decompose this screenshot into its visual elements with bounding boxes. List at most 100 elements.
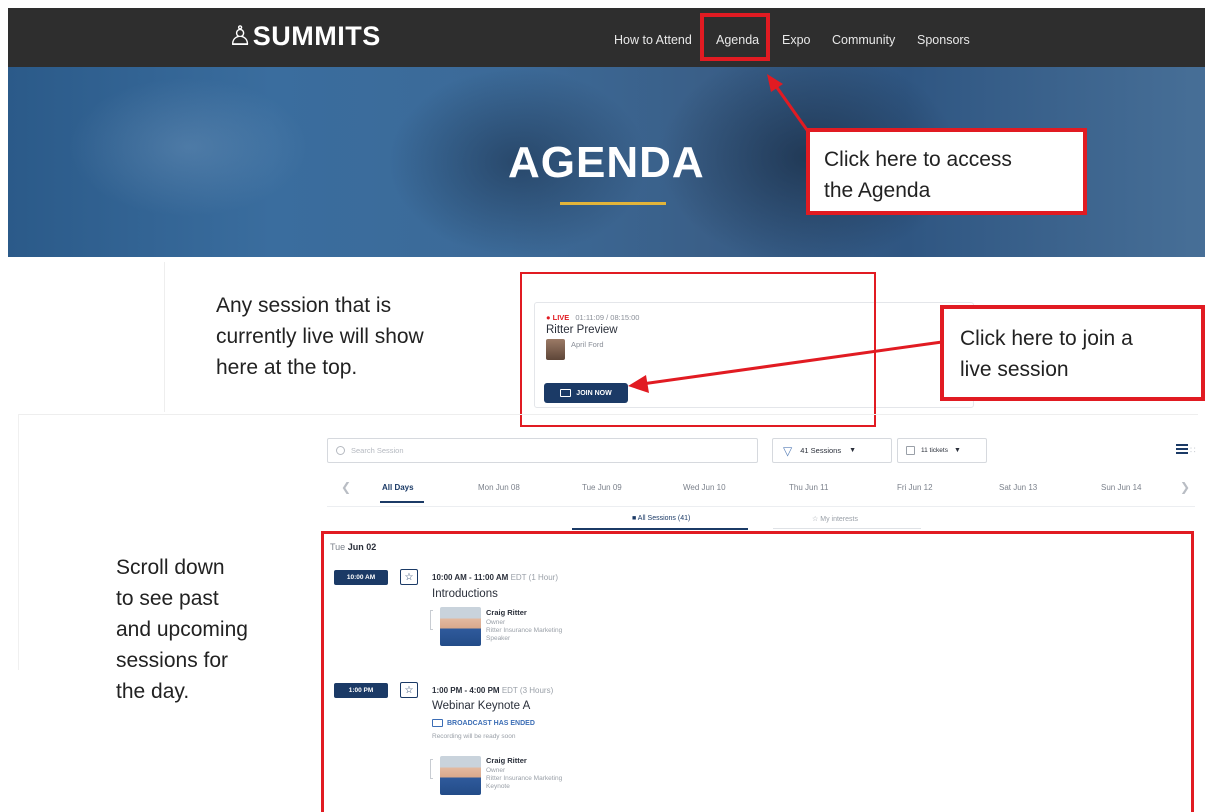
day-tab[interactable]: Thu Jun 11 (789, 483, 828, 492)
speaker-type: Speaker (486, 635, 511, 642)
live-session-note: Any session that is currently live will … (216, 290, 424, 383)
panel-divider (18, 414, 19, 670)
panel-divider (164, 262, 165, 412)
broadcast-icon (432, 719, 443, 727)
callout-line: Click here to access (824, 148, 1012, 171)
speaker-details: Owner Ritter Insurance Marketing Keynote (486, 767, 562, 791)
day-tab[interactable]: Fri Jun 12 (897, 483, 933, 492)
previous-days-icon[interactable]: ❮ (341, 480, 351, 494)
list-date-heading: Tue Jun 02 (330, 542, 376, 552)
summits-logo[interactable]: ♙SUMMITS (228, 21, 381, 52)
join-now-button[interactable]: JOIN NOW (544, 383, 628, 403)
date-value: Jun 02 (347, 542, 377, 552)
session-time: 1:00 PM - 4:00 PM EDT (3 Hours) (432, 686, 553, 695)
tab-my-interests[interactable]: ☆ My interests (812, 515, 858, 523)
date-weekday: Tue (330, 542, 346, 552)
session-time-pill: 1:00 PM (334, 683, 388, 698)
tab-label: All Sessions (41) (637, 515, 691, 522)
list-view-icon[interactable] (1176, 444, 1188, 454)
hero-background-shade (68, 77, 308, 217)
live-status: ● LIVE 01:11:09 / 08:15:00 (546, 313, 639, 322)
search-input[interactable]: Search Session (327, 438, 758, 463)
recording-status: Recording will be ready soon (432, 733, 516, 740)
broadcast-status: BROADCAST HAS ENDED (432, 719, 535, 727)
day-tab-all[interactable]: All Days (382, 483, 414, 492)
note-line: the day. (116, 680, 190, 703)
add-interest-star-icon[interactable]: ☆ (400, 682, 418, 698)
broadcast-label: BROADCAST HAS ENDED (447, 719, 535, 727)
session-duration: (1 Hour) (528, 573, 558, 582)
star-icon: ☆ (812, 516, 819, 523)
filter-icon: ▽ (783, 443, 793, 458)
tab-all-sessions[interactable]: ■ All Sessions (41) (632, 515, 690, 522)
sessions-count: 41 Sessions (800, 446, 842, 455)
speaker-name[interactable]: Craig Ritter (486, 608, 527, 617)
live-badge: ● LIVE (546, 313, 570, 322)
session-time-pill: 10:00 AM (334, 570, 388, 585)
session-timezone: EDT (501, 686, 518, 695)
calendar-icon (906, 446, 915, 455)
top-navigation-bar (8, 8, 1205, 67)
nav-how-to-attend[interactable]: How to Attend (614, 33, 692, 47)
sessions-tab-icon: ■ (632, 515, 637, 522)
nav-sponsors[interactable]: Sponsors (917, 33, 970, 47)
speaker-role: Owner (486, 767, 506, 774)
add-interest-star-icon[interactable]: ☆ (400, 569, 418, 585)
session-title[interactable]: Webinar Keynote A (432, 700, 530, 712)
agenda-highlight-box (700, 13, 770, 61)
agenda-callout: Click here to access the Agenda (806, 128, 1087, 215)
session-timezone: EDT (510, 573, 527, 582)
speaker-carousel-bracket (430, 610, 433, 630)
search-placeholder: Search Session (351, 446, 404, 455)
session-title[interactable]: Introductions (432, 588, 498, 600)
speaker-name[interactable]: Craig Ritter (486, 756, 527, 765)
callout-line: Click here to join a (960, 327, 1133, 350)
note-line: to see past (116, 587, 219, 610)
join-arrow-icon (628, 340, 943, 393)
note-line: and upcoming (116, 618, 248, 641)
live-speaker-name[interactable]: April Ford (571, 340, 604, 349)
speaker-carousel-bracket (430, 759, 433, 779)
grid-view-icon[interactable]: ∷ (1190, 445, 1196, 456)
session-time: 10:00 AM - 11:00 AM EDT (1 Hour) (432, 573, 558, 582)
live-elapsed-time: 01:11:09 / 08:15:00 (575, 313, 640, 322)
session-time-range: 10:00 AM - 11:00 AM (432, 573, 509, 582)
scroll-note: Scroll down to see past and upcoming ses… (116, 552, 248, 707)
nav-expo[interactable]: Expo (782, 33, 811, 47)
note-line: Scroll down (116, 556, 225, 579)
day-tab[interactable]: Tue Jun 09 (582, 483, 622, 492)
day-tab[interactable]: Mon Jun 08 (478, 483, 520, 492)
search-icon (336, 446, 345, 455)
section-divider (18, 414, 1198, 415)
tickets-filter-dropdown[interactable]: 11 tickets ▼ (897, 438, 987, 463)
note-line: sessions for (116, 649, 229, 672)
note-line: here at the top. (216, 356, 358, 379)
join-callout: Click here to join a live session (940, 305, 1205, 401)
next-days-icon[interactable]: ❯ (1180, 480, 1190, 494)
title-underline (560, 202, 666, 205)
speaker-photo (440, 756, 481, 795)
active-tab-indicator (572, 528, 748, 530)
tickets-count: 11 tickets (921, 447, 948, 454)
chevron-down-icon: ▼ (953, 447, 961, 454)
tab-label: My interests (820, 516, 858, 523)
session-time-range: 1:00 PM - 4:00 PM (432, 686, 500, 695)
speaker-role: Owner (486, 619, 506, 626)
note-line: currently live will show (216, 325, 424, 348)
chevron-down-icon: ▼ (849, 447, 857, 454)
day-tab[interactable]: Sat Jun 13 (999, 483, 1037, 492)
live-session-title[interactable]: Ritter Preview (546, 324, 618, 336)
session-duration: (3 Hours) (519, 686, 554, 695)
day-tab[interactable]: Sun Jun 14 (1101, 483, 1141, 492)
speaker-type: Keynote (486, 783, 510, 790)
note-line: Any session that is (216, 294, 392, 317)
join-now-label: JOIN NOW (576, 389, 612, 397)
active-day-indicator (380, 501, 424, 503)
speaker-company: Ritter Insurance Marketing (486, 627, 563, 634)
speaker-avatar (546, 339, 565, 360)
speaker-company: Ritter Insurance Marketing (486, 775, 563, 782)
sessions-filter-dropdown[interactable]: ▽ 41 Sessions ▼ (772, 438, 892, 463)
speaker-details: Owner Ritter Insurance Marketing Speaker (486, 619, 562, 643)
day-tab[interactable]: Wed Jun 10 (683, 483, 726, 492)
nav-community[interactable]: Community (832, 33, 895, 47)
